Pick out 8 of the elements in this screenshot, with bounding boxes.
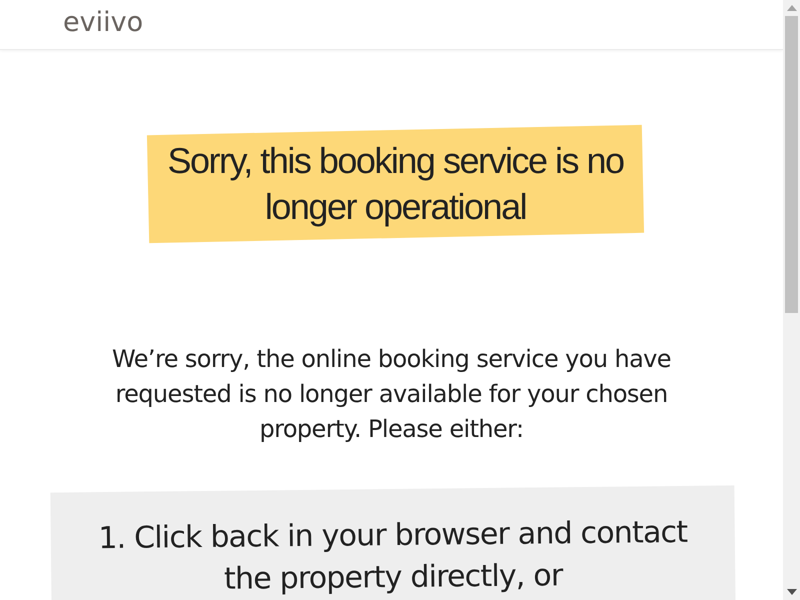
scroll-down-icon[interactable] (786, 589, 796, 595)
option-text: 1. Click back in your browser and contact the property directly, or (97, 514, 688, 599)
logo[interactable]: eviivo (63, 7, 144, 38)
page-heading: Sorry, this booking service is no longer operational (166, 139, 625, 229)
message-text: We’re sorry, the online booking service you have requested is no longer available for your chosen property. Please either: (111, 344, 672, 445)
scrollbar-thumb[interactable] (785, 16, 798, 313)
scroll-up-icon[interactable] (786, 5, 796, 11)
scrollbar[interactable] (783, 0, 800, 600)
